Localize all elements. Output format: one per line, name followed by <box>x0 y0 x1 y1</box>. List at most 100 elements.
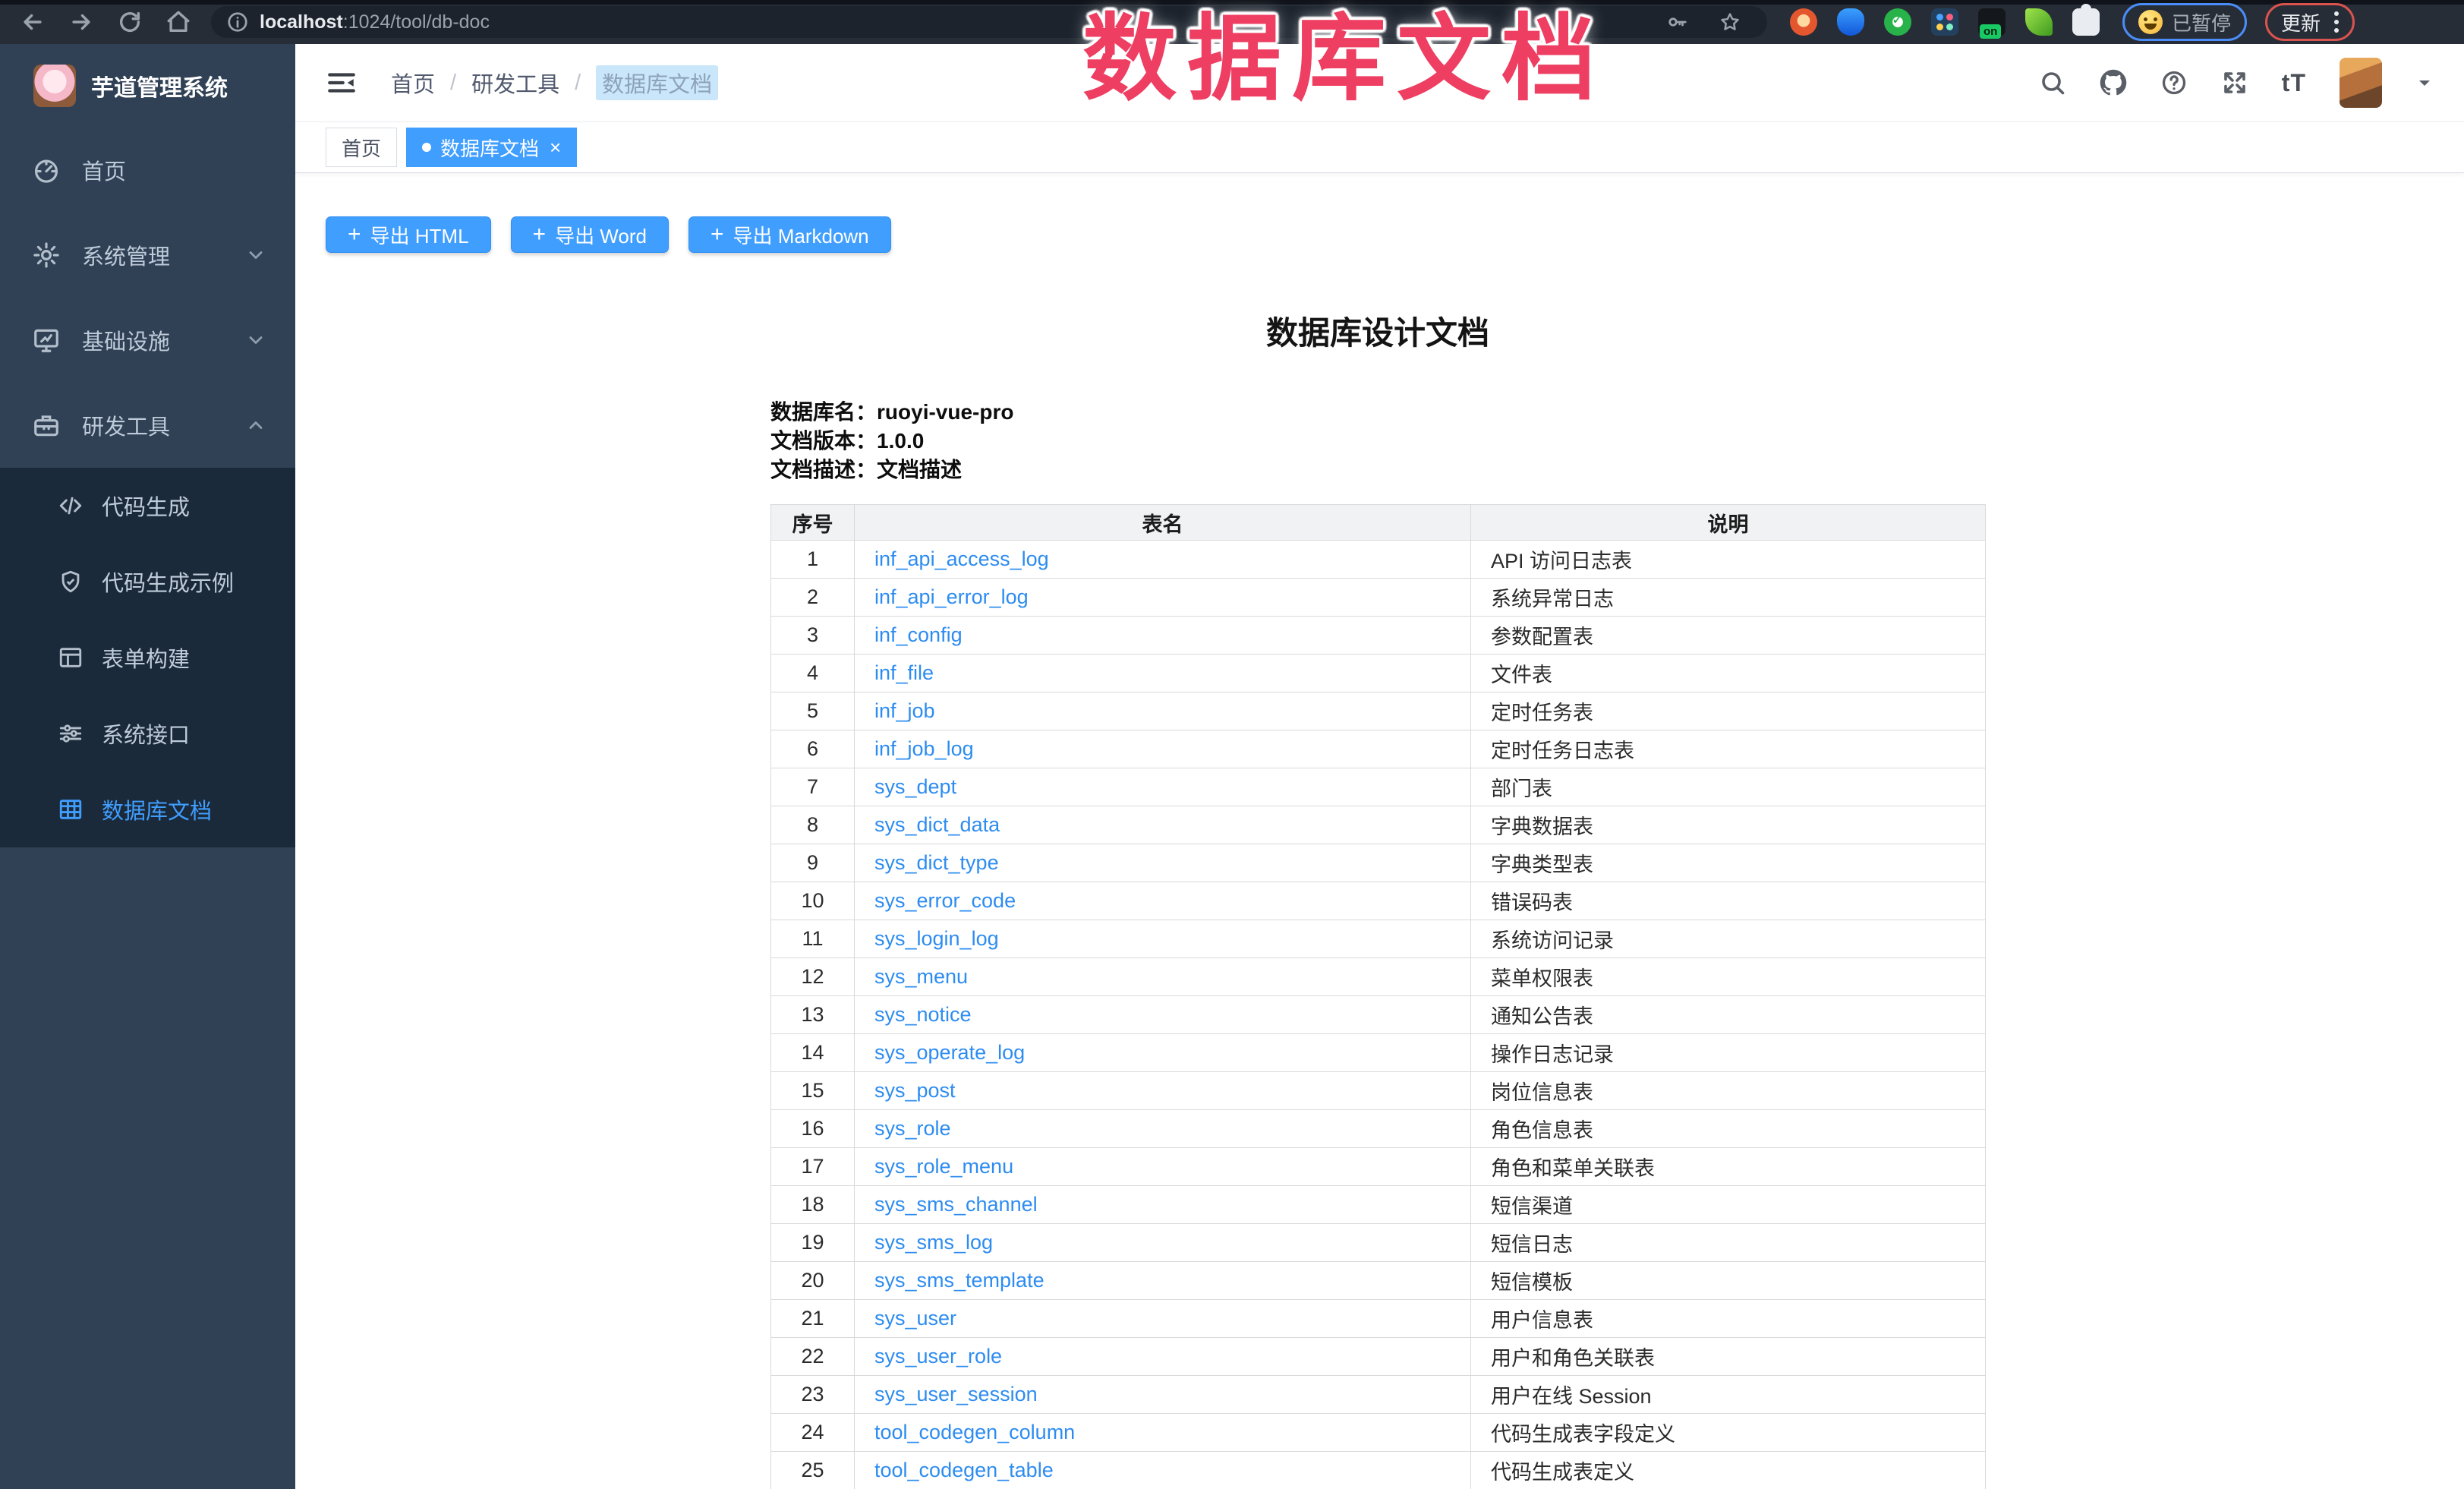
breadcrumb-separator: / <box>450 71 456 96</box>
table-name-link[interactable]: tool_codegen_column <box>874 1421 1075 1443</box>
emoji-extension-icon <box>2138 10 2163 34</box>
table-row: 17 sys_role_menu 角色和菜单关联表 <box>771 1148 1986 1186</box>
breadcrumb-item-0[interactable]: 首页 <box>391 67 435 99</box>
table-name-link[interactable]: inf_file <box>874 661 934 684</box>
on-badge-extension-icon[interactable]: on <box>1978 8 2006 36</box>
table-name-link[interactable]: sys_menu <box>874 965 968 988</box>
table-name-link[interactable]: sys_user_role <box>874 1345 1002 1368</box>
table-name-link[interactable]: sys_role <box>874 1117 951 1140</box>
key-icon[interactable] <box>1665 11 1688 33</box>
sidebar-subitem-1[interactable]: 代码生成示例 <box>0 544 295 620</box>
bookmark-star-icon[interactable] <box>1719 11 1741 33</box>
grid-extension-icon[interactable] <box>1931 8 1958 36</box>
table-row: 14sys_operate_log操作日志记录 <box>771 1034 1986 1072</box>
table-name-link[interactable]: sys_sms_log <box>874 1231 993 1254</box>
export-button-1[interactable]: 导出 Word <box>511 216 669 253</box>
row-index: 6 <box>771 730 855 768</box>
table-name-link[interactable]: inf_api_access_log <box>874 547 1049 570</box>
breadcrumb-item-1[interactable]: 研发工具 <box>471 67 559 99</box>
puzzle-extension-icon[interactable] <box>2072 8 2100 36</box>
table-header-row: 序号表名说明 <box>771 505 1986 541</box>
sidebar-subitem-2[interactable]: 表单构建 <box>0 620 295 696</box>
red-circle-extension-icon[interactable] <box>1790 8 1817 36</box>
doc-meta-line-0: 数据库名：ruoyi-vue-pro <box>770 398 1985 427</box>
row-index: 16 <box>771 1110 855 1148</box>
chevron-down-icon <box>245 244 266 266</box>
row-index: 17 <box>771 1148 855 1186</box>
table-name-link[interactable]: sys_sms_template <box>874 1269 1045 1292</box>
paused-chip[interactable]: 已暂停 <box>2122 3 2247 41</box>
table-name-link[interactable]: inf_config <box>874 623 963 646</box>
table-name-link[interactable]: sys_sms_channel <box>874 1193 1038 1216</box>
site-info-icon[interactable] <box>226 11 249 33</box>
table-name-link[interactable]: sys_user <box>874 1307 956 1330</box>
form-icon <box>58 645 83 670</box>
table-name-link[interactable]: inf_api_error_log <box>874 585 1029 608</box>
font-size-icon[interactable]: tT <box>2282 69 2306 97</box>
sidebar-item-2[interactable]: 基础设施 <box>0 298 295 383</box>
back-icon[interactable] <box>20 9 46 35</box>
table-name-link[interactable]: sys_operate_log <box>874 1041 1025 1064</box>
sidebar-item-3[interactable]: 研发工具 <box>0 383 295 468</box>
tags-bar: 首页数据库文档 <box>295 121 2464 173</box>
close-icon[interactable] <box>550 137 561 157</box>
sidebar-subitem-4[interactable]: 数据库文档 <box>0 771 295 847</box>
search-icon[interactable] <box>2039 69 2066 96</box>
table-name-link[interactable]: inf_job_log <box>874 737 974 760</box>
row-index: 1 <box>771 541 855 579</box>
user-avatar[interactable] <box>2340 58 2382 108</box>
table-row: 4inf_file文件表 <box>771 655 1986 692</box>
row-index: 14 <box>771 1034 855 1072</box>
green-check-extension-icon[interactable] <box>1884 8 1911 36</box>
url-bar[interactable]: localhost:1024/tool/db-doc <box>211 6 1767 38</box>
table-name-link[interactable]: sys_login_log <box>874 927 999 950</box>
doc-meta-line-1: 文档版本：1.0.0 <box>770 427 1985 456</box>
sidebar-fold-icon[interactable] <box>326 67 358 99</box>
table-row: 8sys_dict_data字典数据表 <box>771 806 1986 844</box>
sidebar-subitem-0[interactable]: 代码生成 <box>0 468 295 544</box>
table-name-link[interactable]: sys_notice <box>874 1003 972 1026</box>
table-row: 25tool_codegen_table代码生成表定义 <box>771 1452 1986 1489</box>
sidebar-item-0[interactable]: 首页 <box>0 128 295 213</box>
table-description: 代码生成表字段定义 <box>1471 1414 1986 1452</box>
table-row: 21sys_user用户信息表 <box>771 1300 1986 1338</box>
fullscreen-icon[interactable] <box>2221 69 2248 96</box>
table-name-link[interactable]: sys_dict_type <box>874 851 999 874</box>
home-icon[interactable] <box>165 9 191 35</box>
caret-down-icon[interactable] <box>2415 74 2434 92</box>
blue-extension-icon[interactable] <box>1837 8 1864 36</box>
github-icon[interactable] <box>2100 69 2127 96</box>
breadcrumb: 首页/研发工具/数据库文档 <box>391 65 718 100</box>
sidebar-item-1[interactable]: 系统管理 <box>0 213 295 298</box>
sidebar: 芋道管理系统 首页系统管理基础设施研发工具 代码生成代码生成示例表单构建系统接口… <box>0 44 295 1489</box>
tag-1[interactable]: 数据库文档 <box>406 128 577 167</box>
table-description: 角色和菜单关联表 <box>1471 1148 1986 1186</box>
meta-value: ruoyi-vue-pro <box>877 400 1013 424</box>
table-name-link[interactable]: sys_post <box>874 1079 956 1102</box>
table-name-link[interactable]: sys_dept <box>874 775 956 798</box>
table-description: 用户信息表 <box>1471 1300 1986 1338</box>
help-icon[interactable] <box>2160 69 2188 96</box>
meta-value: 文档描述 <box>877 458 962 481</box>
table-row: 24tool_codegen_column代码生成表字段定义 <box>771 1414 1986 1452</box>
table-name-link[interactable]: sys_user_session <box>874 1383 1038 1405</box>
table-name-link[interactable]: sys_role_menu <box>874 1155 1013 1178</box>
plus-icon <box>533 223 547 247</box>
row-index: 25 <box>771 1452 855 1489</box>
table-name-link[interactable]: sys_error_code <box>874 889 1016 912</box>
leaf-extension-icon[interactable] <box>2025 8 2053 36</box>
table-name-link[interactable]: sys_dict_data <box>874 813 1000 836</box>
table-name-link[interactable]: inf_job <box>874 699 935 722</box>
table-name-link[interactable]: tool_codegen_table <box>874 1459 1054 1481</box>
reload-icon[interactable] <box>117 9 143 35</box>
sidebar-subitem-3[interactable]: 系统接口 <box>0 696 295 771</box>
app-logo[interactable]: 芋道管理系统 <box>0 44 295 128</box>
table-description: 用户在线 Session <box>1471 1376 1986 1414</box>
update-chip[interactable]: 更新 <box>2265 3 2355 41</box>
browser-menu-icon[interactable] <box>2334 11 2339 33</box>
tag-0[interactable]: 首页 <box>326 128 397 167</box>
export-button-0[interactable]: 导出 HTML <box>326 216 491 253</box>
table-description: 部门表 <box>1471 768 1986 806</box>
table-row: 15sys_post岗位信息表 <box>771 1072 1986 1110</box>
forward-icon[interactable] <box>68 9 94 35</box>
